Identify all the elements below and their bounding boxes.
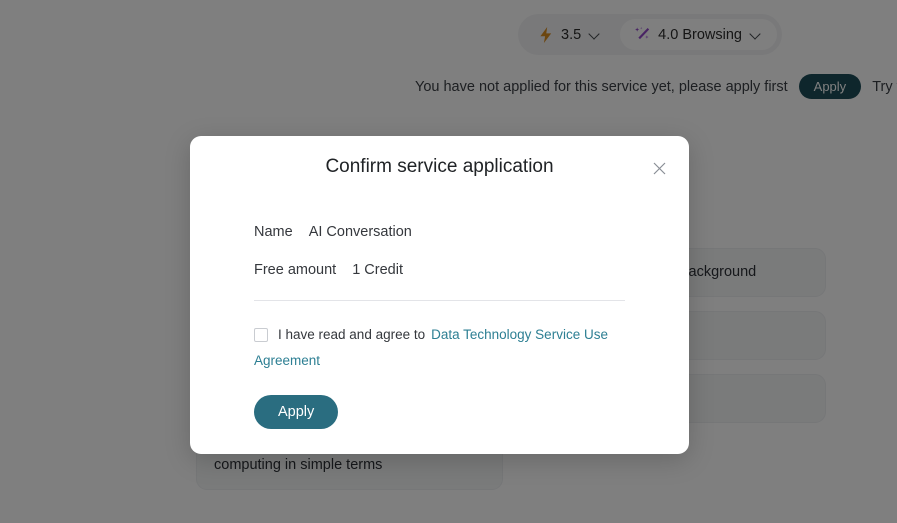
close-icon[interactable] [648, 157, 670, 179]
dialog-apply-button[interactable]: Apply [254, 394, 339, 429]
field-value: 1 Credit [352, 262, 403, 278]
field-free-amount-row: Free amount 1 Credit [254, 262, 625, 278]
agreement-checkbox[interactable] [254, 328, 268, 342]
agreement-text: I have read and agree to [278, 327, 426, 342]
field-label: Name [254, 224, 293, 240]
section-divider [254, 300, 625, 301]
dialog-title: Confirm service application [325, 156, 554, 177]
field-label: Free amount [254, 262, 337, 278]
app-root: 3.5 4.0 Browsing You have not applied fo… [0, 0, 897, 523]
confirm-service-application-dialog: Confirm service application Name AI Conv… [190, 136, 689, 454]
field-name-row: Name AI Conversation [254, 224, 625, 240]
field-value: AI Conversation [308, 224, 412, 240]
agreement-row: I have read and agree to Data Technology … [254, 322, 625, 375]
dialog-body: Name AI Conversation Free amount 1 Credi… [254, 224, 625, 429]
